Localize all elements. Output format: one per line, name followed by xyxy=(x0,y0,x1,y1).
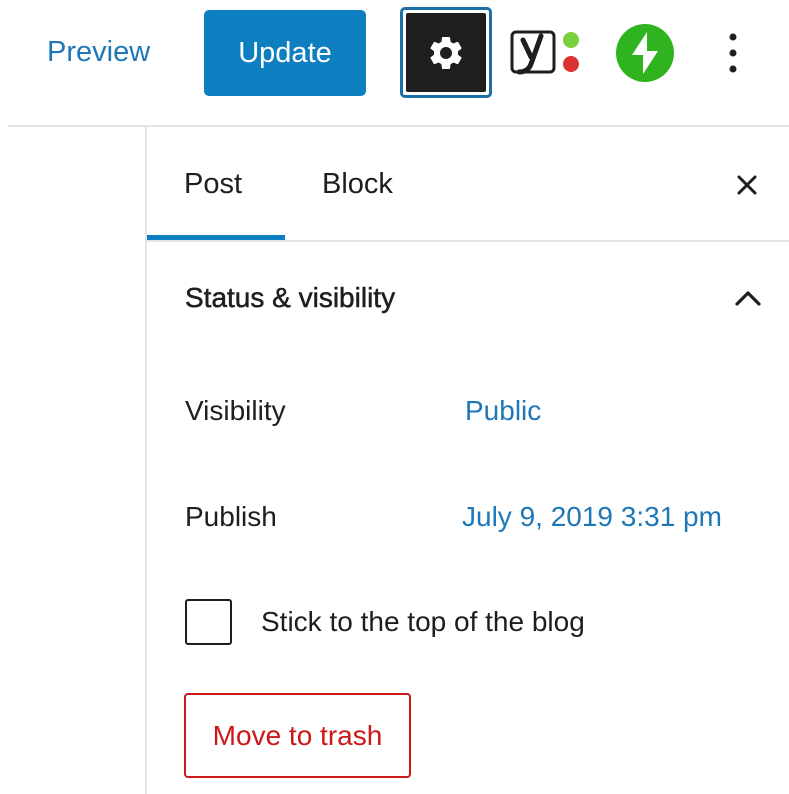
update-button-label: Update xyxy=(238,36,332,69)
sticky-post-label[interactable]: Stick to the top of the blog xyxy=(261,606,585,638)
preview-button[interactable]: Preview xyxy=(47,36,150,69)
tab-block[interactable]: Block xyxy=(322,168,393,201)
sticky-post-checkbox[interactable] xyxy=(185,599,232,645)
jetpack-button[interactable] xyxy=(616,24,674,82)
close-icon xyxy=(737,175,757,195)
visibility-label: Visibility xyxy=(185,395,286,426)
more-options-button[interactable] xyxy=(720,30,746,76)
publish-label: Publish xyxy=(185,501,277,532)
chevron-up-icon xyxy=(735,291,761,306)
settings-button[interactable] xyxy=(400,7,492,98)
editor-screen: Preview Update Post Block Status & visib… xyxy=(0,0,789,794)
tab-post[interactable]: Post xyxy=(184,168,242,201)
update-button[interactable]: Update xyxy=(204,10,366,96)
sidebar-left-border xyxy=(145,127,147,794)
panel-collapse-button[interactable] xyxy=(730,283,766,313)
close-sidebar-button[interactable] xyxy=(732,170,762,200)
move-to-trash-button[interactable]: Move to trash xyxy=(184,693,411,778)
editor-header-toolbar: Preview Update xyxy=(0,0,789,110)
visibility-toggle[interactable]: Public xyxy=(465,395,541,427)
publish-date-toggle[interactable]: July 9, 2019 3:31 pm xyxy=(462,501,722,533)
yoast-seo-button[interactable] xyxy=(510,28,584,76)
tabs-divider xyxy=(147,240,789,242)
header-divider xyxy=(8,125,789,127)
jetpack-bolt-icon xyxy=(616,24,674,82)
yoast-seo-icon xyxy=(510,30,579,75)
move-to-trash-label: Move to trash xyxy=(212,719,383,751)
settings-button-background xyxy=(406,13,486,92)
vertical-ellipsis-icon xyxy=(729,33,737,73)
gear-icon xyxy=(430,36,462,69)
status-visibility-panel-toggle[interactable]: Status & visibility xyxy=(185,282,396,314)
